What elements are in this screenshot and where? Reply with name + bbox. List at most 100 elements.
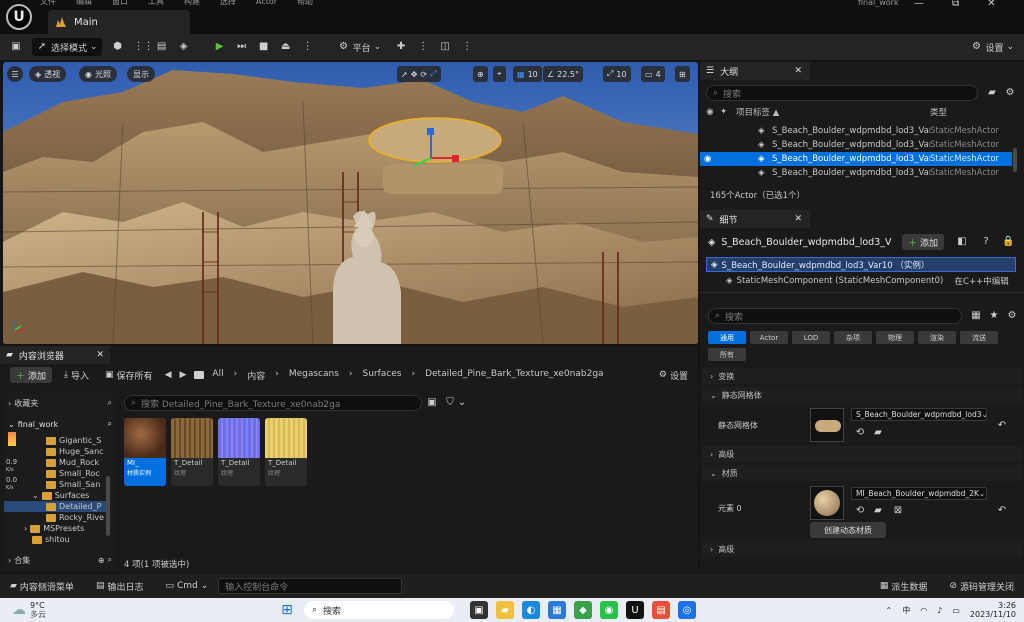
browse-icon[interactable]: ▰	[872, 427, 884, 439]
add-content-icon[interactable]: ⬢	[112, 41, 124, 53]
filter-physics[interactable]: 物理	[876, 331, 914, 344]
reset-icon[interactable]: ↶	[996, 505, 1008, 517]
add-component-button[interactable]: ＋ 添加	[902, 234, 945, 250]
breadcrumb-all[interactable]: All	[212, 369, 223, 382]
tab-content-browser[interactable]: ▰ 内容浏览器 ✕	[0, 346, 110, 364]
select-icon[interactable]: ➚	[401, 70, 408, 79]
menu-help[interactable]: 帮助	[297, 0, 313, 6]
static-mesh-thumbnail[interactable]	[810, 408, 844, 442]
tree-item[interactable]: Gigantic_S	[24, 435, 106, 446]
scale-icon[interactable]: ⤢	[430, 69, 436, 79]
menu-tools[interactable]: 工具	[148, 0, 164, 6]
restore-icon[interactable]: ⧉	[952, 0, 959, 9]
wechat-icon[interactable]: ◉	[600, 601, 618, 619]
project-root[interactable]: ⌄ final_work ⌕	[8, 418, 112, 430]
more-icon[interactable]: ⋮	[302, 41, 314, 53]
help-icon[interactable]: ?	[980, 236, 992, 248]
show-button[interactable]: 显示	[127, 66, 155, 82]
static-mesh-dropdown[interactable]: S_Beach_Boulder_wdpmdbd_lod3 ⌄	[851, 408, 987, 421]
filter-actor[interactable]: Actor	[750, 331, 788, 344]
outliner-search-input[interactable]: ⌕ 搜索	[706, 85, 978, 101]
ime-indicator[interactable]: 中	[902, 605, 910, 616]
section-materials[interactable]: ⌄ 材质	[702, 465, 1022, 481]
maximize-viewport-icon[interactable]: ⊞	[675, 66, 690, 82]
add-button[interactable]: ＋ 添加	[10, 367, 53, 383]
task-view-icon[interactable]: ▣	[470, 601, 488, 619]
breadcrumb-surfaces[interactable]: Surfaces	[363, 369, 402, 382]
tree-item[interactable]: Rocky_Rive	[24, 512, 106, 523]
folder-add-icon[interactable]: ▰	[986, 87, 998, 99]
console-input[interactable]: 输入控制台命令	[218, 578, 403, 594]
tree-item[interactable]: › MSPresets	[24, 523, 106, 534]
asset-tile[interactable]: T_Detail 纹理	[218, 418, 260, 486]
add-collection-icon[interactable]: ⊕	[98, 556, 105, 565]
play-icon[interactable]: ▶	[214, 41, 226, 53]
stop-icon[interactable]: ■	[258, 41, 270, 53]
filter-icon[interactable]: ⛉	[444, 397, 456, 409]
move-icon[interactable]: ✥	[411, 70, 418, 79]
surface-snap-icon[interactable]: ⌖	[493, 66, 506, 82]
tree-item[interactable]: shitou	[24, 534, 106, 545]
lock-icon[interactable]: 🔒	[1002, 236, 1014, 248]
outliner-row[interactable]: ◈ S_Beach_Boulder_wdpmdbd_lod3_Var Stati…	[700, 166, 1012, 180]
puzzle-icon[interactable]: ✚	[395, 41, 407, 53]
content-drawer-button[interactable]: ▰ 内容侧滑菜单	[6, 577, 78, 595]
app3-icon[interactable]: ◎	[678, 601, 696, 619]
close-icon[interactable]: ✕	[987, 0, 995, 9]
minimize-icon[interactable]: —	[914, 0, 924, 9]
eye-icon[interactable]: ◉	[700, 154, 758, 164]
breadcrumb-megascans[interactable]: Megascans	[289, 369, 339, 382]
source-control-button[interactable]: ⊘ 源码管理关闭	[945, 577, 1018, 595]
chevron-down-icon[interactable]: ⌄	[456, 397, 468, 409]
wifi-icon[interactable]: ◠	[920, 606, 927, 615]
outliner-scrollbar[interactable]	[1013, 148, 1017, 172]
back-icon[interactable]: ◀	[165, 370, 172, 380]
app-icon[interactable]: ◆	[574, 601, 592, 619]
menu-file[interactable]: 文件	[40, 0, 56, 6]
lit-button[interactable]: ◉ 光照	[79, 66, 117, 82]
section-advanced[interactable]: › 高级	[702, 446, 1022, 462]
output-log-button[interactable]: ▤ 输出日志	[92, 577, 148, 595]
favorites-header[interactable]: › 收藏夹 ⌕	[8, 397, 112, 409]
pin-icon[interactable]: ✦	[720, 107, 736, 117]
windows-start-icon[interactable]: ⊞	[278, 601, 296, 619]
asset-search-input[interactable]: ⌕ 搜索 Detailed_Pine_Bark_Texture_xe0nab2g…	[124, 395, 422, 411]
tree-item[interactable]: Huge_Sanc	[24, 446, 106, 457]
menu-actor[interactable]: Actor	[256, 0, 277, 6]
section-static-mesh[interactable]: ⌄ 静态网格体	[702, 387, 1022, 403]
asset-tile[interactable]: T_Detail 纹理	[171, 418, 213, 486]
snap-icon[interactable]: ⋮⋮	[134, 41, 154, 53]
scale-snap-button[interactable]: ⤢ 10	[603, 66, 631, 82]
menu-build[interactable]: 构建	[184, 0, 200, 6]
details-search-input[interactable]: ⌕ 搜索	[708, 308, 962, 324]
material-thumbnail[interactable]	[810, 486, 844, 520]
tree-item[interactable]: ⌄ Surfaces	[24, 490, 106, 501]
more-icon[interactable]: ⋮	[461, 41, 473, 53]
forward-icon[interactable]: ▶	[179, 370, 186, 380]
cmd-dropdown[interactable]: ▭ Cmd ⌄	[161, 577, 212, 595]
gear-icon[interactable]: ⚙	[1006, 310, 1018, 322]
section-advanced-2[interactable]: › 高级	[702, 541, 1022, 557]
reset-icon[interactable]: ↶	[996, 420, 1008, 432]
close-icon[interactable]: ✕	[794, 214, 802, 224]
use-selected-icon[interactable]: ⟲	[854, 427, 866, 439]
close-icon[interactable]: ✕	[794, 66, 802, 76]
grid-snap-button[interactable]: ▦ 10	[513, 66, 542, 82]
level-viewport[interactable]: ☰ ◈ 透视 ◉ 光照 显示 ➚ ✥ ⟳ ⤢ ⊕ ⌖ ▦ 10 ∠ 22.5° …	[3, 62, 698, 344]
platform-dropdown[interactable]: ⚙ 平台 ⌄	[334, 38, 386, 56]
eject-icon[interactable]: ⏏	[280, 41, 292, 53]
filter-general[interactable]: 通用	[708, 331, 746, 344]
edit-in-cpp-link[interactable]: 在C++中编辑	[955, 275, 1009, 287]
menu-edit[interactable]: 编辑	[76, 0, 92, 6]
cb-settings-button[interactable]: ⚙ 设置	[655, 366, 692, 384]
outliner-col-type[interactable]: 类型	[930, 106, 947, 118]
create-dynamic-material-button[interactable]: 创建动态材质	[810, 522, 886, 538]
search-icon[interactable]: ⌕	[108, 419, 112, 429]
search-icon[interactable]: ⌕	[108, 555, 112, 565]
filter-lod[interactable]: LOD	[792, 331, 830, 344]
filter-rendering[interactable]: 渲染	[918, 331, 956, 344]
tree-item[interactable]: Mud_Rock	[24, 457, 106, 468]
gear-icon[interactable]: ⚙	[1004, 87, 1016, 99]
outliner-row[interactable]: ◈ S_Beach_Boulder_wdpmdbd_lod3_Var Stati…	[700, 138, 1012, 152]
clock[interactable]: 3:26 2023/11/10	[970, 601, 1016, 619]
